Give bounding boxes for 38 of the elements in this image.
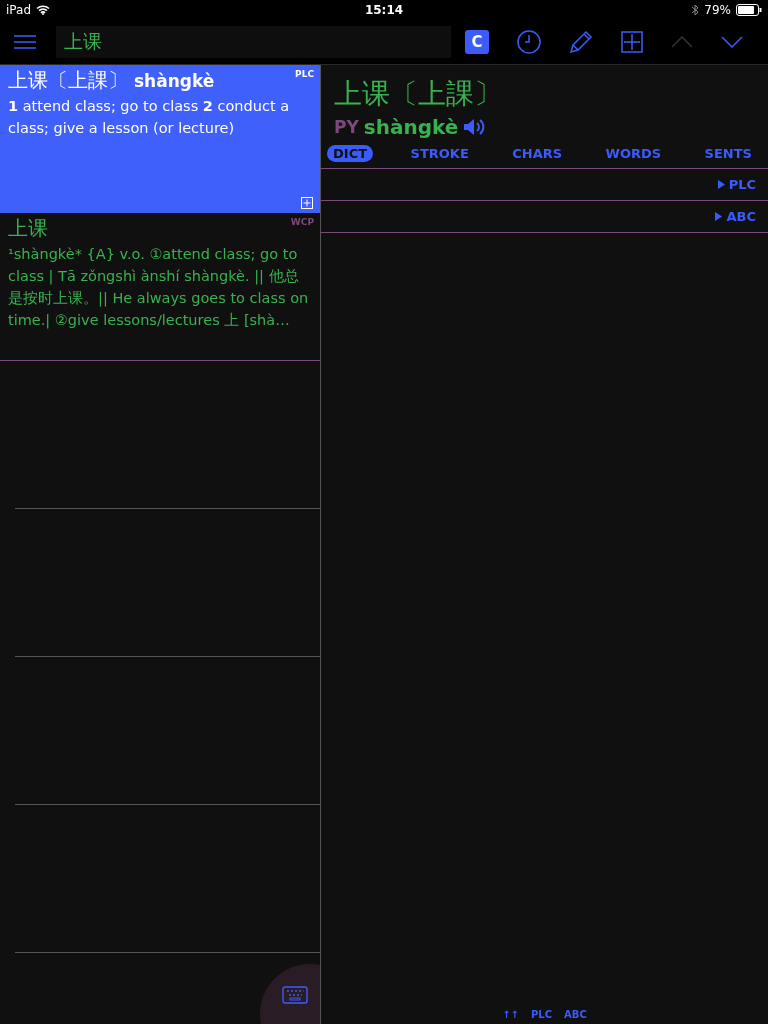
battery-icon: [736, 4, 762, 16]
search-field[interactable]: 上课: [56, 26, 451, 58]
battery-percent: 79%: [704, 3, 731, 17]
result-entry[interactable]: 上课 WCP ¹shàngkè* {A} v.o. ①attend class; go to class | Tā zǒngshì ànshí shàngkè. || 他总是按时上课。|| He always goes to class on time.| ②give lessons/lectures 上 [shà…: [0, 213, 320, 361]
section-toggle[interactable]: PLC: [717, 177, 756, 192]
pinyin-label: PY: [334, 117, 359, 137]
footer-link[interactable]: ↑↑: [502, 1009, 519, 1020]
definition: ¹shàngkè* {A} v.o. ①attend class; go to class | Tā zǒngshì ànshí shàngkè. || 他总是按时上课。|| He always goes to class on time.| ②give lessons/lectures 上 [shà…: [8, 245, 310, 331]
pinyin: shàngkè: [363, 115, 459, 139]
c-toggle-button[interactable]: C: [465, 30, 489, 54]
footer-link[interactable]: PLC: [531, 1009, 553, 1020]
triangle-icon: [717, 180, 725, 189]
section-toggle[interactable]: ABC: [715, 209, 756, 224]
clock-icon[interactable]: [517, 30, 541, 54]
clock: 15:14: [364, 3, 404, 17]
plus-box-icon[interactable]: [621, 31, 643, 53]
source-tag: PLC: [295, 69, 314, 79]
tab[interactable]: CHARS: [506, 145, 569, 162]
pencil-icon[interactable]: [569, 30, 593, 54]
definition: 1 attend class; go to class 2 conduct a class; give a lesson (or lecture): [8, 97, 291, 138]
footer-link[interactable]: ABC: [564, 1009, 587, 1020]
wifi-icon: [36, 5, 50, 15]
triangle-icon: [715, 212, 723, 221]
result-entry[interactable]: 上课〔上課〕 shàngkè PLC 1 attend class; go to class 2 conduct a class; give a lesson (or lecture): [0, 65, 320, 213]
bluetooth-icon: [691, 4, 700, 16]
chevron-down-icon[interactable]: [721, 36, 743, 48]
device-name: iPad: [6, 3, 31, 17]
tab[interactable]: SENTS: [698, 145, 758, 162]
pinyin: shàngkè: [134, 71, 215, 91]
expand-icon[interactable]: [301, 197, 313, 209]
tab[interactable]: DICT: [327, 145, 374, 162]
tab[interactable]: WORDS: [599, 145, 668, 162]
headword: 上课: [8, 215, 48, 242]
headword: 上课〔上課〕: [333, 76, 503, 112]
headword: 上课〔上課〕: [8, 67, 128, 94]
tab[interactable]: STROKE: [404, 145, 475, 162]
keyboard-icon: [282, 986, 308, 1004]
source-tag: WCP: [290, 217, 314, 227]
